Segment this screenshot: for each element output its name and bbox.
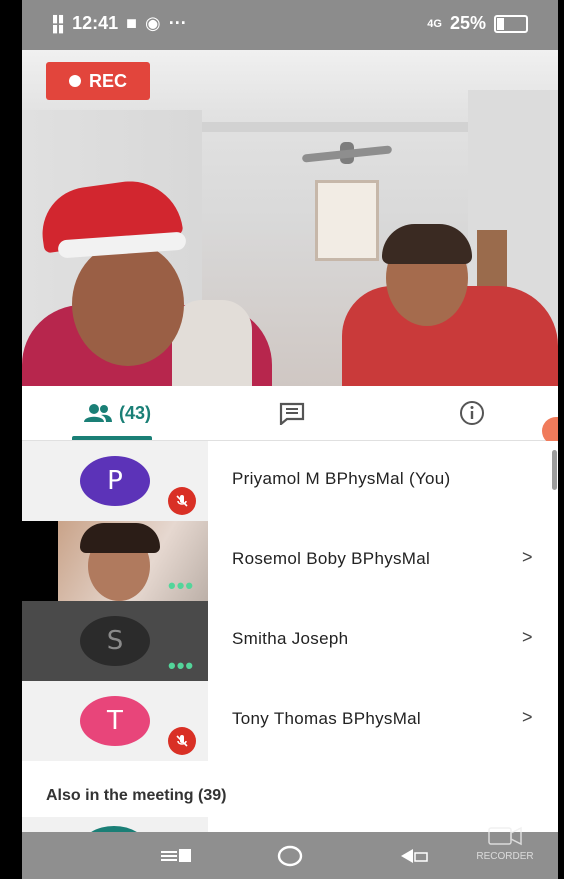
main-video[interactable]: REC	[22, 50, 558, 386]
participant-thumbnail: T	[22, 681, 208, 761]
record-dot-icon	[68, 75, 81, 87]
back-button[interactable]	[394, 842, 434, 870]
section-heading: Also in the meeting (39)	[46, 787, 227, 804]
people-count: (43)	[118, 402, 151, 423]
video-person-right	[342, 224, 558, 386]
recorder-watermark: RECORDER	[450, 824, 558, 879]
participant-name: Smitha Joseph	[232, 629, 349, 648]
battery-icon	[494, 14, 528, 33]
chat-icon	[278, 401, 306, 425]
chevron-right-icon[interactable]: >	[522, 547, 533, 568]
participant-thumbnail: P	[22, 441, 208, 521]
mic-off-icon	[168, 727, 196, 755]
more-notifications-icon: ···	[168, 13, 187, 33]
tab-chat[interactable]	[262, 386, 322, 440]
people-icon	[83, 403, 113, 423]
mic-off-icon	[168, 487, 196, 515]
home-icon	[277, 845, 303, 867]
video-camera-icon	[488, 826, 522, 846]
participant-row[interactable]: S ••• Smitha Joseph >	[22, 601, 558, 681]
recording-badge: REC	[46, 62, 150, 100]
avatar: S	[80, 616, 150, 666]
participants-list: P Priyamol M BPhysMal (You) ••• Rosemol …	[22, 441, 558, 879]
participant-thumbnail: S •••	[22, 601, 208, 681]
recent-apps-button[interactable]	[152, 842, 202, 870]
more-options-icon[interactable]: •••	[168, 655, 194, 677]
participant-thumbnail: •••	[22, 521, 208, 601]
scrollbar[interactable]	[552, 450, 557, 490]
battery-percent: 25%	[449, 13, 486, 33]
avatar: P	[80, 456, 150, 506]
home-button[interactable]	[270, 842, 310, 870]
avatar: T	[80, 696, 150, 746]
network-icon: 4G	[427, 17, 442, 30]
tab-info[interactable]	[442, 386, 502, 440]
participant-name: Tony Thomas BPhysMal	[232, 709, 421, 728]
back-icon	[401, 849, 428, 863]
participant-row[interactable]: T Tony Thomas BPhysMal >	[22, 681, 558, 761]
participant-name: Priyamol M BPhysMal (You)	[232, 469, 451, 488]
more-options-icon[interactable]: •••	[168, 575, 194, 597]
tab-people[interactable]: (43)	[62, 386, 172, 440]
participant-name: Rosemol Boby BPhysMal	[232, 549, 431, 568]
message-icon: ■	[126, 13, 138, 33]
active-tab-indicator	[72, 436, 152, 440]
chevron-right-icon[interactable]: >	[522, 627, 533, 648]
meeting-tabs: (43)	[22, 386, 558, 441]
video-person-left	[22, 174, 272, 386]
app-frame: ▮▮ ▮▮ 12:41 ■ ◉ ··· 4G 25% REC (43) P Pr…	[22, 0, 558, 879]
rec-label: REC	[88, 70, 127, 91]
info-icon	[459, 400, 485, 426]
app-notification-icon: ◉	[145, 13, 161, 33]
participant-row[interactable]: ••• Rosemol Boby BPhysMal >	[22, 521, 558, 601]
recent-apps-icon	[161, 849, 191, 862]
participant-row[interactable]: P Priyamol M BPhysMal (You)	[22, 441, 558, 521]
status-time: 12:41	[72, 13, 119, 33]
watermark-text: RECORDER	[476, 851, 534, 862]
status-bar: ▮▮ ▮▮ 12:41 ■ ◉ ··· 4G 25%	[22, 0, 558, 50]
signal-icon: ▮▮ ▮▮	[52, 12, 65, 35]
chevron-right-icon[interactable]: >	[522, 707, 533, 728]
